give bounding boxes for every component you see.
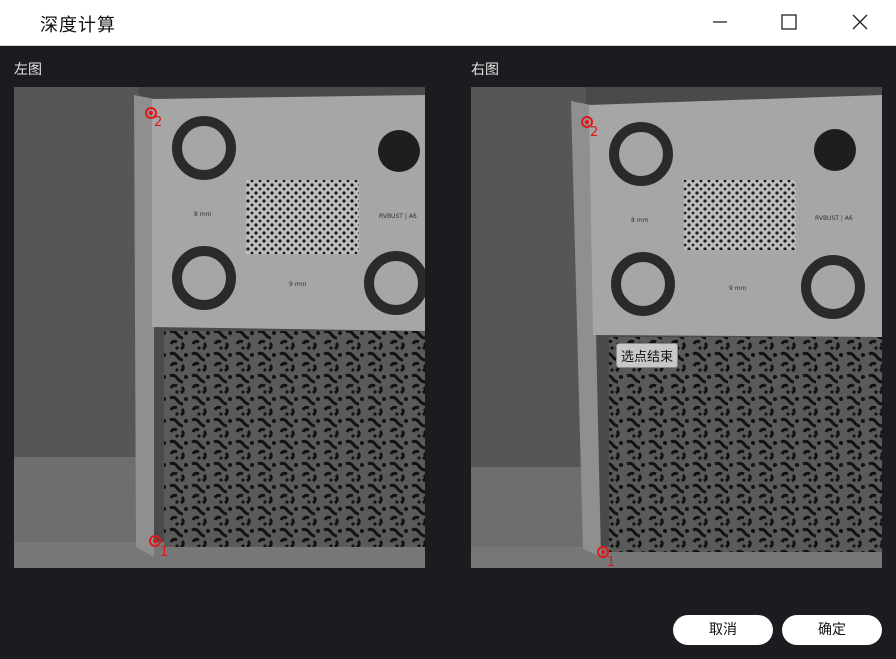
selection-done-tooltip: 选点结束	[616, 343, 679, 368]
size-label-top: 8 mm	[631, 217, 649, 224]
minimize-button[interactable]	[696, 0, 744, 45]
brand-label: RVBUST | A6	[815, 215, 853, 222]
size-label-bottom: 9 mm	[289, 281, 307, 288]
brand-label: RVBUST | A6	[379, 213, 417, 220]
window-title: 深度计算	[40, 15, 116, 36]
close-icon	[852, 14, 868, 30]
right-marker-1: 1	[607, 555, 616, 570]
right-marker-2: 2	[590, 125, 599, 140]
left-marker-2: 2	[154, 115, 163, 130]
right-image-label: 右图	[471, 62, 499, 78]
left-marker-1: 1	[160, 545, 169, 560]
left-camera-image: 8 mm 9 mm RVBUST | A6	[14, 87, 425, 568]
title-bar: 深度计算	[0, 0, 896, 46]
right-camera-image: 8 mm 9 mm RVBUST | A6	[471, 87, 882, 568]
right-image-view[interactable]: 8 mm 9 mm RVBUST | A6	[471, 87, 882, 568]
maximize-button[interactable]	[765, 0, 813, 45]
ok-button[interactable]: 确定	[782, 615, 882, 645]
minimize-icon	[713, 21, 727, 23]
left-image-label: 左图	[14, 62, 42, 78]
size-label-bottom: 9 mm	[729, 285, 747, 292]
cancel-button[interactable]: 取消	[673, 615, 773, 645]
left-image-view[interactable]: 8 mm 9 mm RVBUST | A6	[14, 87, 425, 568]
close-button[interactable]	[836, 0, 884, 45]
maximize-icon	[781, 14, 797, 30]
size-label-top: 8 mm	[194, 211, 212, 218]
